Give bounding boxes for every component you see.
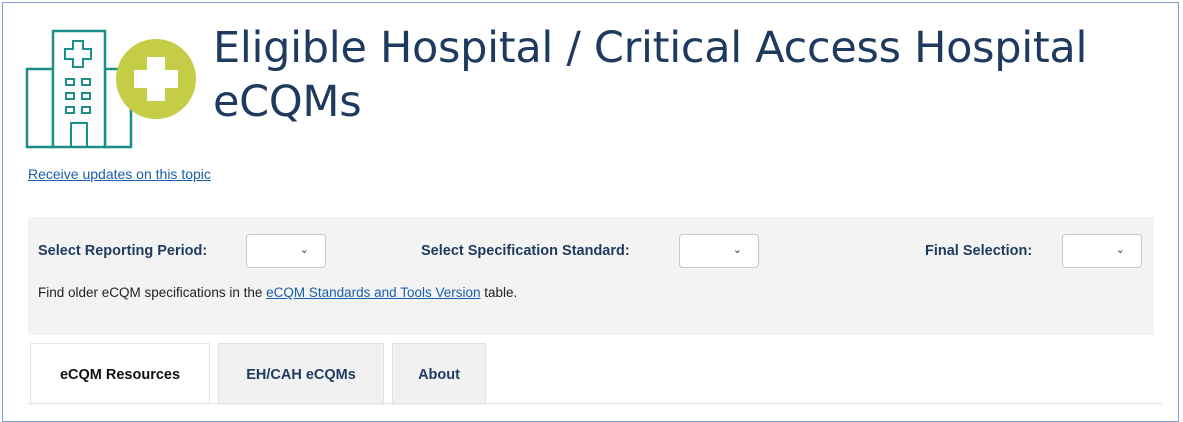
ecqm-standards-link[interactable]: eCQM Standards and Tools Version xyxy=(266,285,480,300)
older-specs-suffix: table. xyxy=(484,285,518,300)
page-title-line2: eCQMs xyxy=(213,77,362,127)
spec-standard-select[interactable]: ⌄ xyxy=(679,234,759,268)
receive-updates-link[interactable]: Receive updates on this topic xyxy=(28,166,211,182)
page-frame: Eligible Hospital / Critical Access Hosp… xyxy=(2,2,1179,422)
chevron-down-icon: ⌄ xyxy=(732,244,742,256)
reporting-period-label: Select Reporting Period: xyxy=(38,243,208,259)
reporting-period-select[interactable]: ⌄ xyxy=(246,234,326,268)
final-selection-label: Final Selection: xyxy=(925,243,1033,259)
tab-about[interactable]: About xyxy=(392,343,486,405)
page-title-line1: Eligible Hospital / Critical Access Hosp… xyxy=(213,23,1088,73)
hospital-logo-icon xyxy=(25,29,196,149)
final-selection-select[interactable]: ⌄ xyxy=(1062,234,1142,268)
tab-ecqm-resources[interactable]: eCQM Resources xyxy=(30,343,210,405)
tab-label: About xyxy=(418,366,460,383)
older-specs-note: Find older eCQM specifications in the eC… xyxy=(38,285,517,300)
tab-label: eCQM Resources xyxy=(59,366,181,383)
tab-label: EH/CAH eCQMs xyxy=(246,366,356,383)
tab-divider xyxy=(28,403,1162,404)
tab-eh-cah-ecqms[interactable]: EH/CAH eCQMs xyxy=(218,343,384,405)
chevron-down-icon: ⌄ xyxy=(1115,244,1125,256)
spec-standard-label: Select Specification Standard: xyxy=(421,243,630,259)
page-title: Eligible Hospital / Critical Access Hosp… xyxy=(213,21,1173,129)
chevron-down-icon: ⌄ xyxy=(299,244,309,256)
filter-panel: Select Reporting Period: ⌄ Select Specif… xyxy=(28,217,1154,335)
older-specs-prefix: Find older eCQM specifications in the xyxy=(38,285,263,300)
